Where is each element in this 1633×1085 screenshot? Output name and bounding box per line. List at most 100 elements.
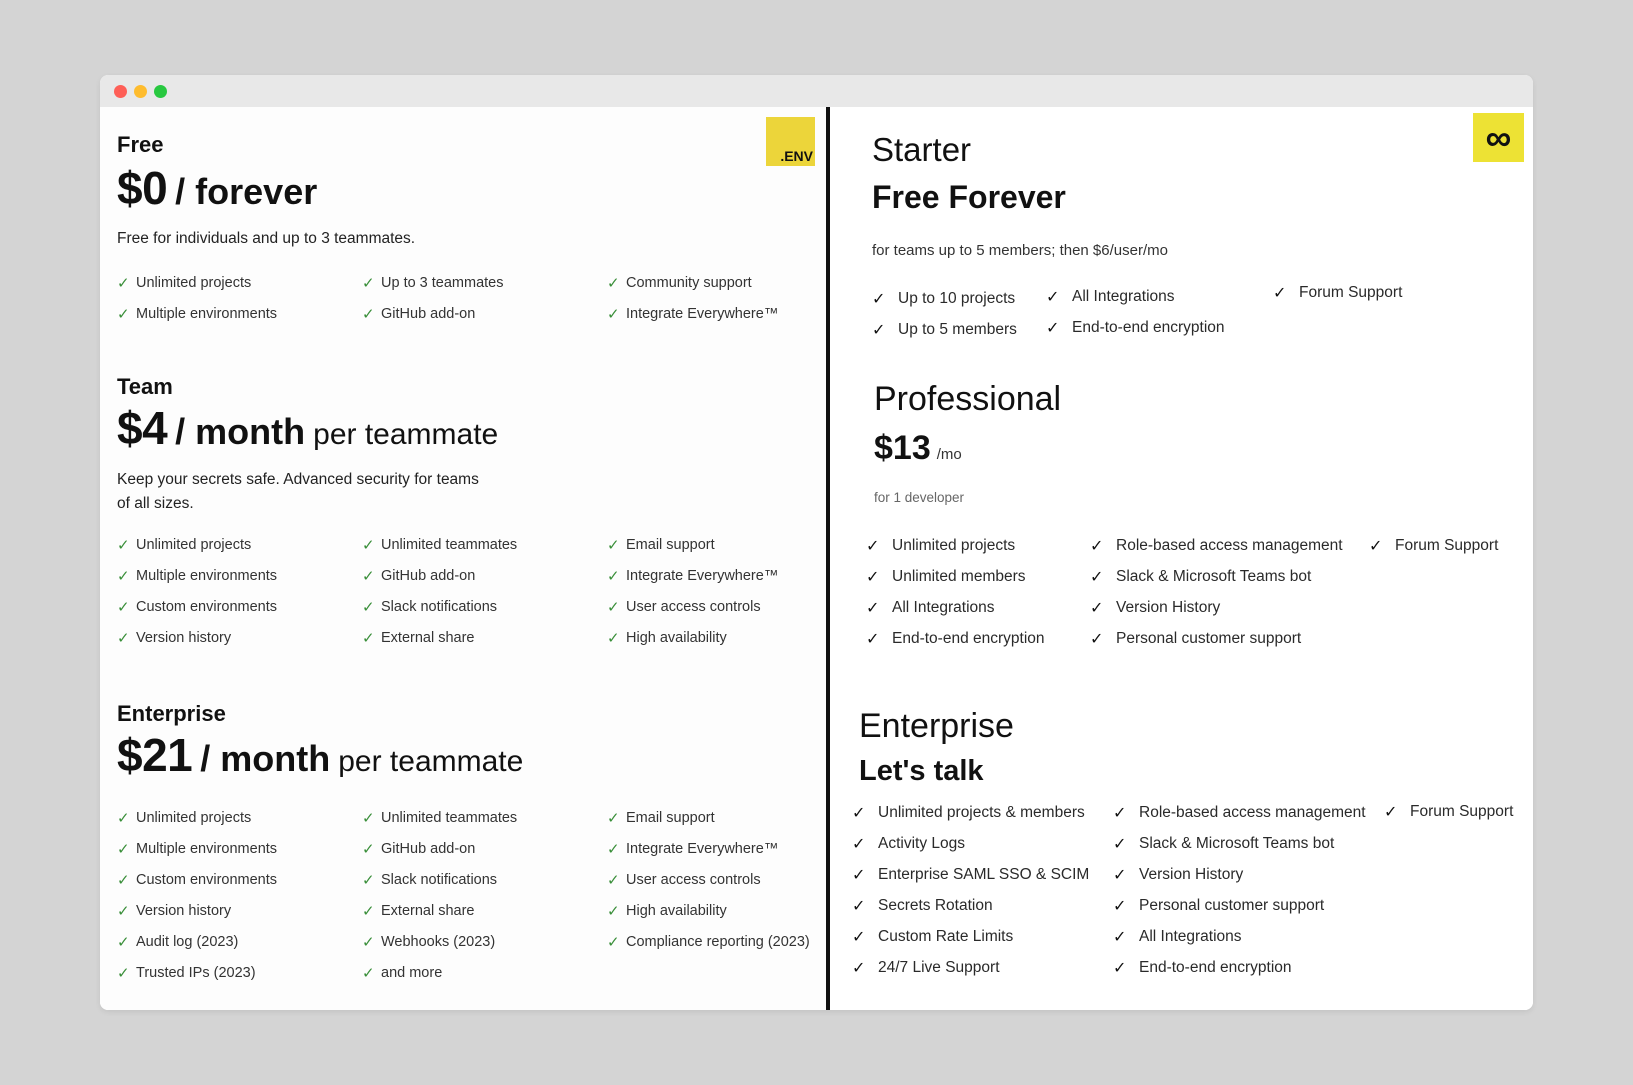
check-icon: ✓ xyxy=(872,290,886,308)
check-icon: ✓ xyxy=(852,866,866,884)
check-icon: ✓ xyxy=(852,959,866,977)
maximize-window-button[interactable] xyxy=(154,85,167,98)
check-icon: ✓ xyxy=(852,897,866,915)
feature-label: Integrate Everywhere™ xyxy=(626,567,779,584)
feature-label: Slack notifications xyxy=(381,598,498,615)
feature-label: User access controls xyxy=(626,871,761,888)
professional-plan-note: for 1 developer xyxy=(874,490,965,505)
feature-item: ✓ All Integrations xyxy=(1046,281,1225,312)
feature-item: ✓ User access controls xyxy=(607,864,810,895)
feature-label: Up to 3 teammates xyxy=(381,274,504,291)
feature-item: ✓ and more xyxy=(362,957,517,988)
feature-label: All Integrations xyxy=(1072,287,1175,305)
check-icon: ✓ xyxy=(607,598,620,616)
check-icon: ✓ xyxy=(362,274,375,292)
feature-item: ✓ Webhooks (2023) xyxy=(362,926,517,957)
team-plan-description-line-2: of all sizes. xyxy=(117,495,194,512)
team-features-col-1: ✓ Unlimited projects ✓ Multiple environment… xyxy=(117,529,277,653)
feature-item: ✓ Unlimited projects xyxy=(117,802,277,833)
feature-item: ✓ Slack & Microsoft Teams bot xyxy=(1113,828,1366,859)
feature-label: Version History xyxy=(1139,865,1244,883)
feature-item: ✓ All Integrations xyxy=(866,592,1045,623)
feature-label: Multiple environments xyxy=(136,305,278,322)
enterprise-right-plan-price: Let's talk xyxy=(859,755,984,787)
enterprise-right-features-col-1: ✓ Unlimited projects & members ✓ Activity L… xyxy=(852,797,1089,983)
check-icon: ✓ xyxy=(607,809,620,827)
feature-label: Up to 10 projects xyxy=(898,289,1016,307)
professional-price-period: /mo xyxy=(936,446,962,463)
feature-item: ✓ Version history xyxy=(117,895,277,926)
browser-window: .ENV Free $0/ forever Free for individua… xyxy=(100,75,1533,1010)
enterprise-price-unit: per teammate xyxy=(338,745,524,778)
team-plan-name: Team xyxy=(117,374,173,399)
check-icon: ✓ xyxy=(852,928,866,946)
env-logo: .ENV xyxy=(766,117,815,166)
professional-features-col-3: ✓ Forum Support xyxy=(1369,530,1498,561)
team-price-unit: per teammate xyxy=(313,418,499,451)
check-icon: ✓ xyxy=(117,598,130,616)
feature-label: User access controls xyxy=(626,598,761,615)
feature-item: ✓ Audit log (2023) xyxy=(117,926,277,957)
feature-item: ✓ Version History xyxy=(1113,859,1366,890)
check-icon: ✓ xyxy=(362,629,375,647)
check-icon: ✓ xyxy=(362,809,375,827)
free-features-col-1: ✓ Unlimited projects ✓ Multiple environment… xyxy=(117,267,277,329)
feature-label: Enterprise SAML SSO & SCIM xyxy=(878,865,1090,883)
check-icon: ✓ xyxy=(866,568,880,586)
feature-label: Unlimited projects xyxy=(136,274,252,291)
starter-features-col-2: ✓ All Integrations ✓ End-to-end encryption xyxy=(1046,281,1225,343)
feature-label: Forum Support xyxy=(1299,283,1403,301)
feature-item: ✓ Up to 10 projects xyxy=(872,283,1017,314)
feature-item: ✓ Integrate Everywhere™ xyxy=(607,560,778,591)
check-icon: ✓ xyxy=(117,933,130,951)
starter-features-col-1: ✓ Up to 10 projects ✓ Up to 5 members xyxy=(872,283,1017,345)
feature-label: Slack & Microsoft Teams bot xyxy=(1139,834,1335,852)
feature-label: All Integrations xyxy=(892,598,995,616)
feature-label: Personal customer support xyxy=(1116,629,1302,647)
feature-label: Slack & Microsoft Teams bot xyxy=(1116,567,1312,585)
check-icon: ✓ xyxy=(866,599,880,617)
feature-label: Unlimited teammates xyxy=(381,536,518,553)
check-icon: ✓ xyxy=(117,567,130,585)
starter-plan-price: Free Forever xyxy=(872,179,1066,215)
feature-label: and more xyxy=(381,964,443,981)
feature-label: Email support xyxy=(626,536,715,553)
professional-plan-price: $13/mo xyxy=(874,429,962,468)
enterprise-right-plan-name: Enterprise xyxy=(859,707,1014,745)
feature-label: Version History xyxy=(1116,598,1221,616)
free-plan-name: Free xyxy=(117,132,164,157)
feature-label: Community support xyxy=(626,274,752,291)
feature-item: ✓ Multiple environments xyxy=(117,833,277,864)
feature-label: Version history xyxy=(136,629,232,646)
enterprise-features-col-1: ✓ Unlimited projects ✓ Multiple environment… xyxy=(117,802,277,988)
check-icon: ✓ xyxy=(362,598,375,616)
feature-item: ✓ Unlimited projects & members xyxy=(852,797,1089,828)
feature-label: Up to 5 members xyxy=(898,320,1017,338)
check-icon: ✓ xyxy=(117,305,130,323)
check-icon: ✓ xyxy=(117,629,130,647)
team-features-col-3: ✓ Email support ✓ Integrate Everywhere™ ✓ Use… xyxy=(607,529,778,653)
feature-label: Unlimited members xyxy=(892,567,1026,585)
free-features-col-2: ✓ Up to 3 teammates ✓ GitHub add-on xyxy=(362,267,504,329)
check-icon: ✓ xyxy=(607,902,620,920)
close-window-button[interactable] xyxy=(114,85,127,98)
check-icon: ✓ xyxy=(607,840,620,858)
minimize-window-button[interactable] xyxy=(134,85,147,98)
check-icon: ✓ xyxy=(1113,959,1127,977)
env-logo-text: .ENV xyxy=(780,148,813,164)
feature-label: Activity Logs xyxy=(878,834,966,852)
feature-item: ✓ Compliance reporting (2023) xyxy=(607,926,810,957)
free-price-period: / forever xyxy=(175,171,318,212)
feature-label: 24/7 Live Support xyxy=(878,958,1000,976)
feature-item: ✓ High availability xyxy=(607,622,778,653)
feature-label: Custom environments xyxy=(136,598,278,615)
check-icon: ✓ xyxy=(117,964,130,982)
feature-item: ✓ Slack notifications xyxy=(362,591,517,622)
professional-features-col-2: ✓ Role-based access management ✓ Slack & Mi… xyxy=(1090,530,1343,654)
feature-label: Personal customer support xyxy=(1139,896,1325,914)
starter-features-col-3: ✓ Forum Support xyxy=(1273,277,1402,308)
feature-item: ✓ Forum Support xyxy=(1273,277,1402,308)
feature-item: ✓ Slack & Microsoft Teams bot xyxy=(1090,561,1343,592)
free-plan-price: $0/ forever xyxy=(117,161,317,215)
feature-label: Compliance reporting (2023) xyxy=(626,933,810,950)
